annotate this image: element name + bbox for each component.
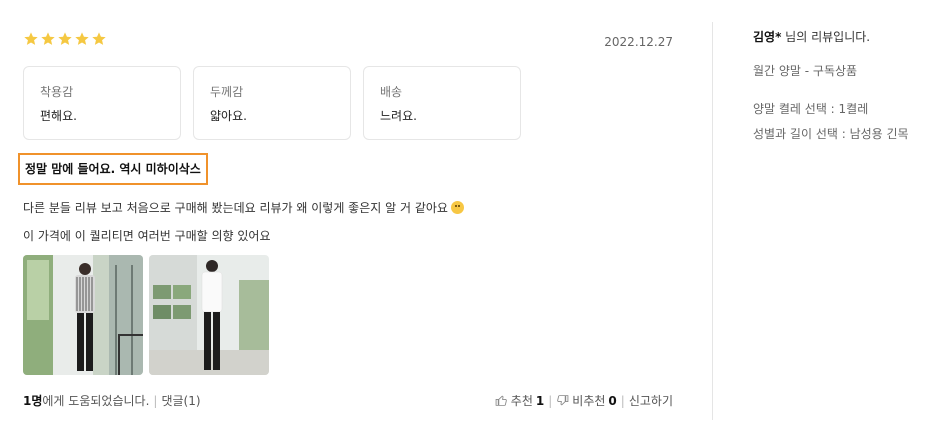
attribute-row: 착용감 편해요. 두께감 얇아요. 배송 느려요.: [23, 66, 521, 140]
review-body-line: 이 가격에 이 퀄리티면 여러번 구매할 의향 있어요: [23, 229, 271, 243]
helpful-count: 1명: [23, 394, 43, 408]
review-photo[interactable]: [23, 255, 143, 375]
attribute-fit: 착용감 편해요.: [23, 66, 181, 140]
helpful-summary: 1명에게 도움되었습니다. | 댓글(1): [23, 392, 201, 409]
attribute-value: 편해요.: [40, 109, 77, 123]
option-line: 성별과 길이 선택 : 남성용 긴목: [753, 127, 909, 141]
rating-stars: [23, 31, 107, 47]
product-name: 월간 양말 - 구독상품: [753, 64, 858, 78]
smile-emoji-icon: [450, 201, 464, 214]
star-icon: [75, 32, 89, 45]
attribute-value: 얇아요.: [210, 109, 247, 123]
reviewer-name: 김영*: [753, 30, 782, 44]
star-icon: [58, 32, 72, 45]
review-card: 2022.12.27 착용감 편해요. 두께감 얇아요. 배송 느려요. 정말 …: [18, 0, 673, 431]
reviewer-suffix: 님의 리뷰입니다.: [781, 30, 871, 44]
review-actions: 추천 1 | 비추천 0 | 신고하기: [495, 392, 673, 409]
review-body-line: 다른 분들 리뷰 보고 처음으로 구매해 봤는데요 리뷰가 왜 이렇게 좋은지 …: [23, 199, 464, 216]
report-link[interactable]: 신고하기: [629, 392, 673, 409]
not-recommend-count: 0: [608, 393, 617, 408]
review-photo[interactable]: [149, 255, 269, 375]
review-photos: [23, 255, 269, 375]
attribute-label: 두께감: [210, 85, 244, 99]
star-icon: [41, 32, 55, 45]
attribute-thickness: 두께감 얇아요.: [193, 66, 351, 140]
review-date: 2022.12.27: [604, 35, 673, 49]
helpful-text: 에게 도움되었습니다.: [42, 394, 150, 408]
reviewer-info: 김영* 님의 리뷰입니다.: [753, 28, 870, 45]
attribute-label: 착용감: [40, 85, 74, 99]
recommend-button[interactable]: 추천: [511, 392, 533, 409]
not-recommend-button[interactable]: 비추천: [572, 392, 605, 409]
attribute-value: 느려요.: [380, 109, 417, 123]
review-body-text: 다른 분들 리뷰 보고 처음으로 구매해 봤는데요 리뷰가 왜 이렇게 좋은지 …: [23, 201, 448, 215]
recommend-count: 1: [535, 393, 545, 408]
separator: |: [548, 393, 553, 408]
attribute-label: 배송: [380, 85, 403, 99]
comments-link[interactable]: 댓글(1): [161, 394, 200, 408]
separator: |: [153, 394, 158, 408]
review-headline: 정말 맘에 들어요. 역시 미하이삭스: [18, 153, 208, 185]
attribute-shipping: 배송 느려요.: [363, 66, 521, 140]
star-icon: [92, 32, 106, 45]
vertical-divider: [712, 22, 713, 420]
thumbs-up-icon[interactable]: [495, 394, 508, 407]
option-line: 양말 켤레 선택 : 1켤레: [753, 102, 869, 116]
separator: |: [620, 393, 625, 408]
thumbs-down-icon[interactable]: [556, 394, 569, 407]
star-icon: [24, 32, 38, 45]
